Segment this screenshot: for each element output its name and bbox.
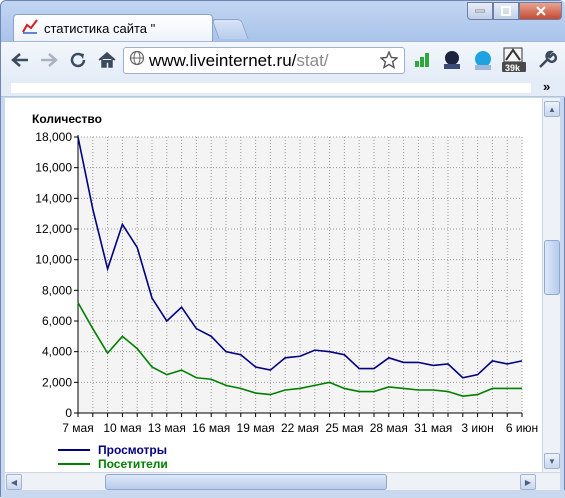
y-tick-label: 0 xyxy=(65,406,72,420)
x-tick-label: 13 мая xyxy=(148,421,186,435)
y-tick-label: 4,000 xyxy=(42,345,72,359)
home-button[interactable] xyxy=(96,49,118,71)
tab-title: статистика сайта " xyxy=(44,20,156,36)
url-host: www.liveinternet.ru/ xyxy=(149,50,297,70)
y-tick-label: 14,000 xyxy=(35,191,72,205)
x-tick-label: 16 мая xyxy=(192,421,230,435)
x-tick-label: 6 июн xyxy=(506,421,538,435)
bookmarks-blurred xyxy=(11,83,531,93)
y-tick-label: 10,000 xyxy=(35,253,72,267)
page-content: 0 2,000 4,000 6,000 8,000 10,000 12,000 14,000 1… xyxy=(5,98,542,472)
reload-icon xyxy=(70,52,86,68)
url-path: stat/ xyxy=(296,50,329,70)
scroll-up-button[interactable]: ▲ xyxy=(544,101,560,117)
y-axis-label: Количество xyxy=(32,112,102,126)
y-tick-label: 12,000 xyxy=(35,222,72,236)
y-tick-label: 16,000 xyxy=(35,161,72,175)
y-tick-label: 18,000 xyxy=(35,130,72,144)
scroll-right-button[interactable]: ▶ xyxy=(520,474,536,490)
url-text: www.liveinternet.ru/stat/ xyxy=(149,51,329,71)
bookmarks-overflow-chevron[interactable]: » xyxy=(543,79,550,94)
globe-icon xyxy=(129,50,145,71)
vertical-scrollbar[interactable]: ▲ ▼ xyxy=(542,98,560,472)
new-tab-button[interactable] xyxy=(211,19,249,39)
x-tick-label: 10 мая xyxy=(103,421,141,435)
scroll-left-button[interactable]: ◀ xyxy=(6,474,22,490)
address-bar[interactable]: www.liveinternet.ru/stat/ xyxy=(123,47,405,74)
x-tick-label: 31 мая xyxy=(414,421,452,435)
forward-button[interactable] xyxy=(38,49,60,71)
chart-favicon-icon xyxy=(22,18,38,39)
close-icon xyxy=(535,6,546,16)
y-tick-label: 6,000 xyxy=(42,314,72,328)
x-tick-label: 25 мая xyxy=(325,421,363,435)
vertical-scroll-thumb[interactable] xyxy=(544,240,560,295)
bookmarks-bar: » xyxy=(1,79,565,97)
close-button[interactable] xyxy=(519,2,562,20)
x-tick-label: 22 мая xyxy=(281,421,319,435)
wrench-icon[interactable] xyxy=(535,48,559,72)
scroll-down-button[interactable]: ▼ xyxy=(544,453,560,469)
bookmark-star-icon[interactable] xyxy=(379,50,399,74)
line-chart: 0 2,000 4,000 6,000 8,000 10,000 12,000 14,000 1… xyxy=(32,112,538,471)
signal-bars-icon[interactable] xyxy=(410,48,434,72)
extension-logo-icon[interactable] xyxy=(440,48,464,72)
toolbar: www.liveinternet.ru/stat/ 39k xyxy=(1,41,565,79)
horizontal-scrollbar[interactable]: ◀ ▶ xyxy=(5,472,560,490)
legend-label-2: Посетители xyxy=(98,457,168,471)
extension-badge: 39k xyxy=(505,63,521,73)
tab-strip: статистика сайта " xyxy=(1,1,565,41)
forward-arrow-icon xyxy=(41,53,58,67)
back-arrow-icon xyxy=(11,53,28,67)
x-tick-label: 7 мая xyxy=(62,421,93,435)
y-tick-label: 8,000 xyxy=(42,283,72,297)
browser-window: статистика сайта " www.liveinternet.ru/s… xyxy=(0,0,565,498)
reload-button[interactable] xyxy=(67,49,89,71)
minimize-button[interactable] xyxy=(467,2,493,20)
maximize-icon xyxy=(501,6,511,16)
horizontal-scroll-thumb[interactable] xyxy=(105,474,387,490)
x-tick-label: 19 мая xyxy=(237,421,275,435)
home-icon xyxy=(98,52,116,68)
x-tick-label: 28 мая xyxy=(370,421,408,435)
minimize-icon xyxy=(475,9,485,13)
skype-icon[interactable] xyxy=(471,48,495,72)
extension-counter-icon[interactable]: 39k xyxy=(501,47,527,73)
y-tick-label: 2,000 xyxy=(42,375,72,389)
x-tick-label: 3 июн xyxy=(461,421,493,435)
tab-statistics[interactable]: статистика сайта " xyxy=(13,14,213,41)
maximize-button[interactable] xyxy=(493,2,519,20)
back-button[interactable] xyxy=(9,49,31,71)
legend-label-1: Просмотры xyxy=(98,443,167,457)
